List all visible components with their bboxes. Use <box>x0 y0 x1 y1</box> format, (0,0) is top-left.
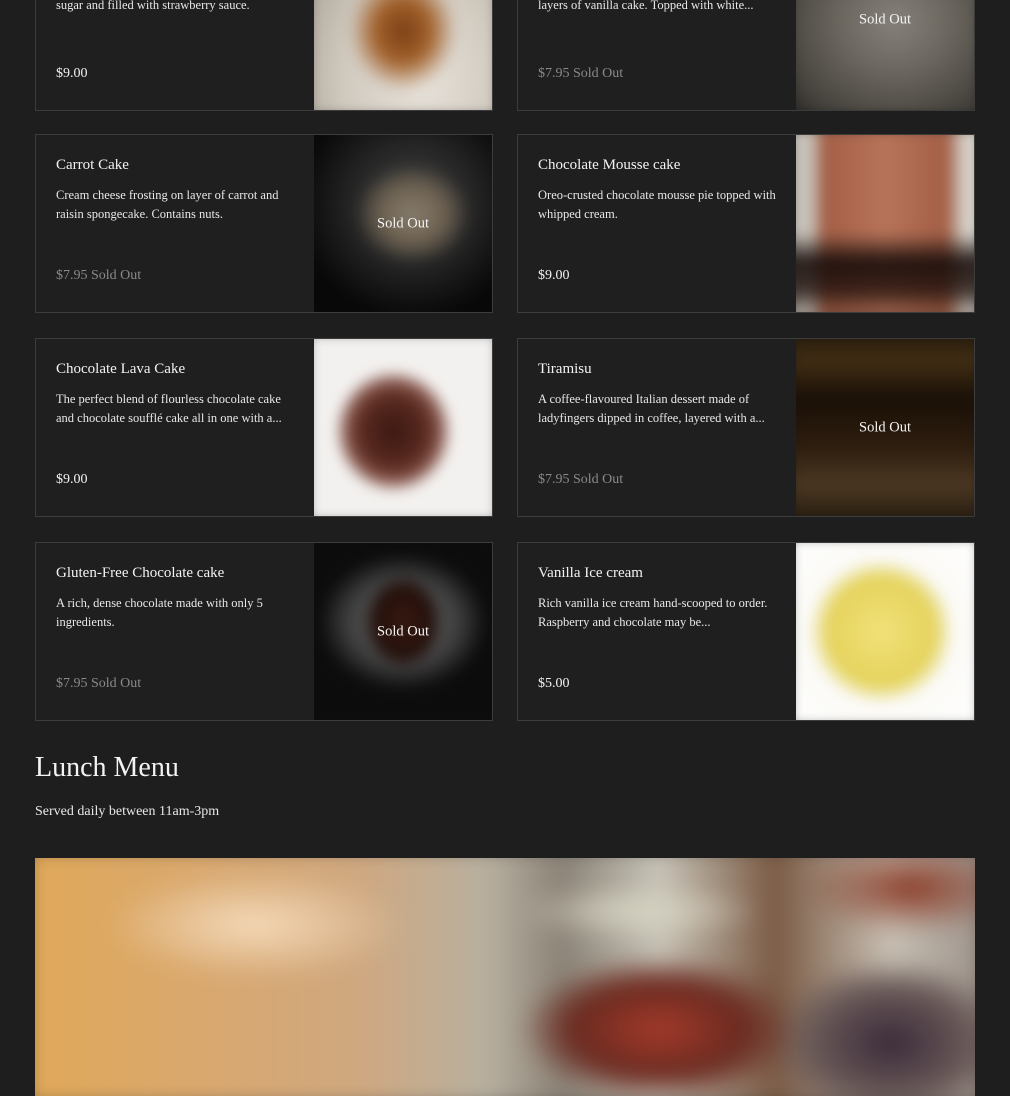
item-name: Carrot Cake <box>56 157 129 173</box>
item-photo[interactable]: Sold Out <box>314 135 492 312</box>
sold-out-badge: Sold Out <box>377 215 429 231</box>
item-price: $7.95 Sold Out <box>56 676 142 691</box>
item-description: Rich vanilla ice cream hand-scooped to o… <box>538 596 768 629</box>
item-name: Tiramisu <box>538 361 592 377</box>
section-title: Lunch Menu <box>35 752 179 783</box>
sold-out-badge: Sold Out <box>859 419 911 435</box>
item-description: layers of vanilla cake. Topped with whit… <box>538 0 754 12</box>
item-description: The perfect blend of flourless chocolate… <box>56 392 282 425</box>
menu-item-card[interactable]: layers of vanilla cake. Topped with whit… <box>517 0 975 111</box>
item-name: Chocolate Mousse cake <box>538 157 681 173</box>
menu-item-card[interactable]: sugar and filled with strawberry sauce. … <box>35 0 493 111</box>
lunch-banner-image <box>35 858 975 1096</box>
menu-item-card[interactable]: Gluten-Free Chocolate cake A rich, dense… <box>35 542 493 721</box>
menu-item-card[interactable]: Tiramisu A coffee-flavoured Italian dess… <box>517 338 975 517</box>
item-description: A rich, dense chocolate made with only 5… <box>56 596 263 629</box>
item-photo[interactable] <box>796 135 974 312</box>
item-photo[interactable]: Sold Out <box>314 543 492 720</box>
item-photo[interactable] <box>314 339 492 516</box>
item-price: $7.95 Sold Out <box>538 66 624 81</box>
item-photo[interactable]: Sold Out <box>796 0 974 110</box>
item-name: Chocolate Lava Cake <box>56 361 186 377</box>
item-photo[interactable] <box>796 543 974 720</box>
item-name: Vanilla Ice cream <box>538 565 643 581</box>
section-subtitle: Served daily between 11am-3pm <box>35 804 220 819</box>
item-name: Gluten-Free Chocolate cake <box>56 565 225 581</box>
item-description: Oreo-crusted chocolate mousse pie topped… <box>538 188 776 221</box>
item-photo[interactable]: Sold Out <box>796 339 974 516</box>
item-price: $7.95 Sold Out <box>538 472 624 487</box>
menu-item-card[interactable]: Chocolate Lava Cake The perfect blend of… <box>35 338 493 517</box>
menu-item-card[interactable]: Carrot Cake Cream cheese frosting on lay… <box>35 134 493 313</box>
item-photo[interactable] <box>314 0 492 110</box>
item-description: A coffee-flavoured Italian dessert made … <box>538 392 765 425</box>
menu-item-card[interactable]: Vanilla Ice cream Rich vanilla ice cream… <box>517 542 975 721</box>
item-price: $9.00 <box>538 268 570 283</box>
item-description: Cream cheese frosting on layer of carrot… <box>56 188 279 221</box>
item-description: sugar and filled with strawberry sauce. <box>56 0 250 12</box>
item-price: $7.95 Sold Out <box>56 268 142 283</box>
sold-out-badge: Sold Out <box>859 11 911 28</box>
sold-out-badge: Sold Out <box>377 623 429 639</box>
item-price: $9.00 <box>56 472 88 487</box>
item-price: $5.00 <box>538 676 570 691</box>
item-price: $9.00 <box>56 66 88 81</box>
menu-item-card[interactable]: Chocolate Mousse cake Oreo-crusted choco… <box>517 134 975 313</box>
